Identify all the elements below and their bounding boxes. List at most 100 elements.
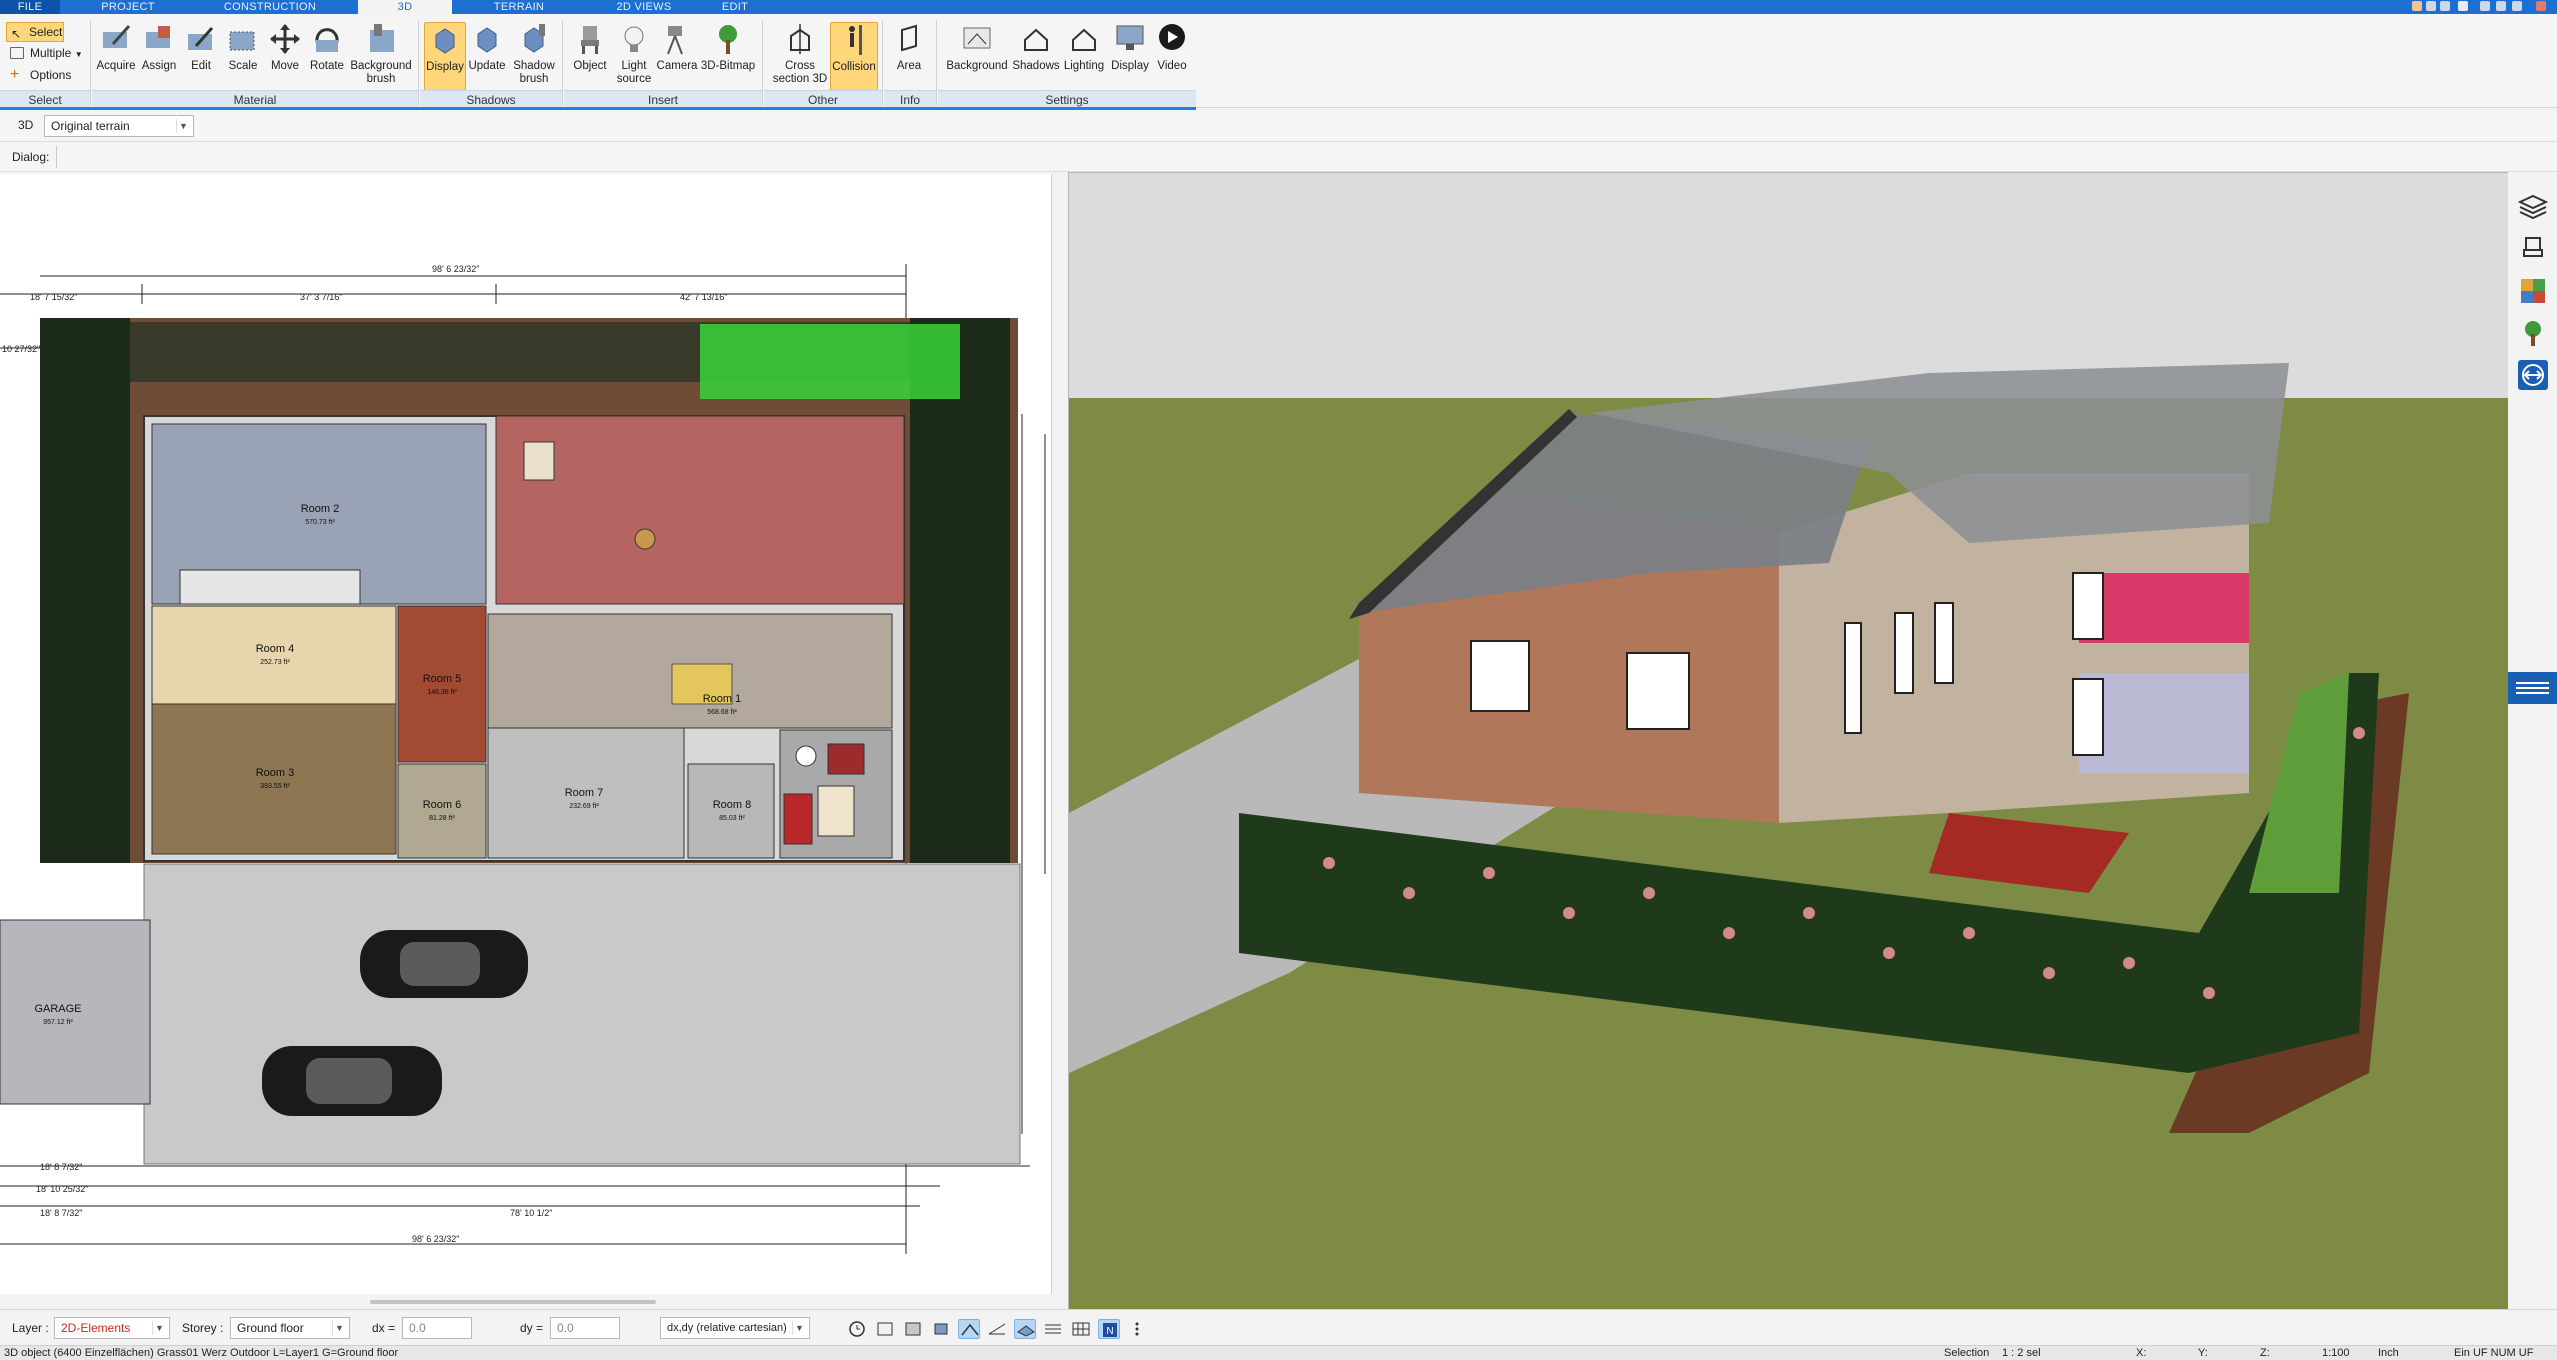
update-shadows-button[interactable]: Update [466,22,508,98]
shadow-brush-button[interactable]: Shadow brush [508,22,560,98]
minimize-icon[interactable] [2480,1,2490,11]
room-7-area: 232.69 ft² [569,803,599,810]
snap-edge-icon[interactable] [1042,1319,1064,1339]
remote-icon[interactable] [2518,360,2548,390]
window-5 [1934,602,1954,684]
coordinate-mode-select[interactable]: dx,dy (relative cartesian) ▼ [660,1317,810,1339]
background-brush-button[interactable]: Background brush [348,22,414,98]
shadow-brush-label: Shadow brush [513,60,555,85]
restore-icon[interactable] [2496,1,2506,11]
armchair[interactable] [827,743,865,775]
snap-line-icon[interactable] [958,1319,980,1339]
lighting-settings-button[interactable]: Lighting [1060,22,1108,98]
grass-patch [700,324,960,399]
camera-button[interactable]: Camera [656,22,698,98]
info-icon[interactable] [2458,1,2468,11]
room-3-area: 393.55 ft² [260,783,290,790]
materials-icon[interactable] [2518,276,2548,306]
insert-object-button[interactable]: Object [568,22,612,98]
tab-terrain[interactable]: TERRAIN [488,0,550,14]
scale-button[interactable]: Scale [222,22,264,98]
window-6 [2072,572,2104,640]
terrace-bench[interactable] [523,441,555,481]
more-options-icon[interactable] [1126,1319,1148,1339]
maximize-icon[interactable] [2512,1,2522,11]
assign-button[interactable]: Assign [138,22,180,98]
driveway [143,863,1021,1165]
select-button[interactable]: ↖ Select [6,22,64,42]
snap-object-icon[interactable] [930,1319,952,1339]
side-panel-toggle[interactable] [2508,672,2557,704]
clock-object[interactable] [795,745,817,767]
window-4 [1894,612,1914,694]
unit-value: Inch [2378,1347,2399,1359]
display-settings-button[interactable]: Display [1108,22,1152,98]
tab-construction[interactable]: CONSTRUCTION [218,0,322,14]
snap-grid-icon[interactable] [874,1319,896,1339]
car-1[interactable] [360,930,528,998]
storey-select[interactable]: Ground floor ▼ [230,1317,350,1339]
3d-viewport[interactable] [1068,172,2509,1310]
area-button[interactable]: Area [888,22,930,98]
cube-update-icon [470,22,504,56]
background-brush-label: Background brush [350,60,412,85]
display-shadows-button[interactable]: Display [424,22,466,98]
background-settings-button[interactable]: Background [942,22,1012,98]
tab-2d-views[interactable]: 2D VIEWS [606,0,682,14]
close-icon[interactable] [2536,1,2546,11]
sofa[interactable] [783,793,813,845]
room-3[interactable] [151,703,397,855]
tool-icon[interactable] [2412,1,2422,11]
cross-section-3d-button[interactable]: Cross section 3D [770,22,830,98]
room-4[interactable] [151,605,397,705]
snap-point-icon[interactable] [902,1319,924,1339]
brush-icon [364,22,398,56]
clock-icon[interactable] [846,1319,868,1339]
chair-icon[interactable] [2518,234,2548,264]
grid-icon[interactable] [1070,1319,1092,1339]
plan-horizontal-scrollbar[interactable] [370,1300,656,1304]
video-button[interactable]: Video [1152,22,1192,98]
rotate-button[interactable]: Rotate [306,22,348,98]
chevron-down-icon: ▼ [332,1321,346,1335]
tab-edit[interactable]: EDIT [718,0,752,14]
move-button[interactable]: Move [264,22,306,98]
layers-icon[interactable] [2517,192,2549,222]
room-1-name: Room 1 [703,693,742,705]
snap-angle-icon[interactable] [986,1319,1008,1339]
plant-icon[interactable] [2518,318,2548,348]
dx-input[interactable]: 0.0 [402,1317,472,1339]
terrace-table[interactable] [634,528,656,550]
snap-surface-icon[interactable] [1014,1319,1036,1339]
kitchen-unit[interactable] [817,785,855,837]
edit-material-button[interactable]: Edit [180,22,222,98]
house-shadow-icon [1019,22,1053,56]
tab-file[interactable]: FILE [0,0,60,14]
north-icon[interactable]: N [1098,1319,1120,1339]
assign-label: Assign [141,60,177,72]
car-2[interactable] [262,1046,442,1116]
chevron-down-icon: ▼ [176,119,190,133]
help-icon[interactable] [2426,1,2436,11]
shadows-settings-button[interactable]: Shadows [1012,22,1060,98]
settings-icon[interactable] [2440,1,2450,11]
collision-button[interactable]: Collision [830,22,878,98]
tab-project[interactable]: PROJECT [96,0,160,14]
hedge-right [910,318,1010,863]
multiple-button[interactable]: Multiple ▼ [8,44,83,64]
floor-plan-view[interactable]: 98' 6 23/32" 37' 3 7/16" 42' 7 13/16" 18… [0,174,1052,1304]
layer-select[interactable]: 2D-Elements ▼ [54,1317,170,1339]
selection-value: 1 : 2 sel [2002,1347,2041,1359]
acquire-button[interactable]: Acquire [94,22,138,98]
acquire-label: Acquire [96,60,136,72]
terrace[interactable] [495,415,905,605]
terrain-select[interactable]: Original terrain ▼ [44,115,194,137]
dy-input[interactable]: 0.0 [550,1317,620,1339]
room-6[interactable] [397,763,487,859]
room-8[interactable] [687,763,775,859]
light-source-button[interactable]: Light source [612,22,656,98]
3d-bitmap-button[interactable]: 3D-Bitmap [698,22,758,98]
y-coordinate: Y: [2198,1347,2208,1359]
cross-section-3d-label: Cross section 3D [772,60,828,85]
options-button[interactable]: + Options [8,66,71,86]
